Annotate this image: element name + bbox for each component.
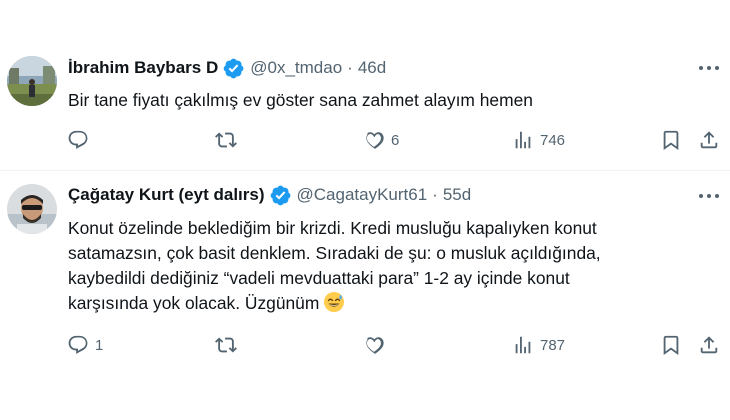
tweet-text-line: satamazsın, çok basit denklem. Sıradaki … [68, 243, 601, 263]
tweet-header: İbrahim Baybars D @0x_tmdao · 46d [68, 56, 386, 80]
share-icon [700, 131, 718, 149]
tweet-actions: 6 746 [0, 126, 730, 154]
view-count: 787 [540, 336, 566, 354]
tweet-header: Çağatay Kurt (eyt dalırs) @CagatayKurt61… [68, 183, 471, 207]
bookmark-icon [663, 335, 679, 356]
tweet-divider [0, 170, 730, 171]
bookmark-button[interactable] [660, 331, 682, 359]
retweet-button[interactable] [215, 331, 243, 359]
more-icon[interactable] [695, 186, 723, 206]
more-icon[interactable] [695, 58, 723, 78]
verified-badge-icon [223, 58, 244, 79]
view-count: 746 [540, 131, 566, 149]
reply-icon [68, 335, 88, 354]
retweet-icon [215, 337, 237, 353]
tweet-1[interactable]: İbrahim Baybars D @0x_tmdao · 46d Bir ta… [0, 0, 730, 172]
separator-dot: · [347, 58, 353, 77]
tweet-text-line-last: karşısında yok olacak. Üzgünüm [68, 291, 708, 316]
like-button[interactable] [363, 331, 391, 359]
avatar[interactable] [7, 56, 57, 106]
views-button[interactable]: 746 [512, 126, 565, 154]
tweet-text: Konut özelinde beklediğim bir krizdi. Kr… [68, 216, 708, 316]
tweet-time[interactable]: 55d [443, 185, 471, 205]
reply-button[interactable] [67, 126, 95, 154]
heart-icon [366, 337, 384, 354]
avatar-photo [7, 56, 57, 106]
tweet-text-line: karşısında yok olacak. Üzgünüm [68, 293, 320, 313]
share-icon [700, 336, 718, 354]
author-handle[interactable]: @CagatayKurt61 [297, 185, 428, 205]
verified-badge-icon [270, 185, 291, 206]
tweet-actions: 1 787 [0, 331, 730, 359]
tweet-time[interactable]: 46d [358, 58, 386, 78]
avatar-photo [7, 184, 57, 234]
share-button[interactable] [698, 126, 720, 154]
separator-dot: · [432, 185, 438, 204]
retweet-icon [215, 132, 237, 148]
author-name[interactable]: Çağatay Kurt (eyt dalırs) [68, 185, 265, 205]
tweet-text-line: kaybedildi dediğiniz “vadeli mevduattaki… [68, 268, 570, 288]
avatar[interactable] [7, 184, 57, 234]
retweet-button[interactable] [215, 126, 243, 154]
author-handle[interactable]: @0x_tmdao [250, 58, 342, 78]
tweet-text-line: Bir tane fiyatı çakılmış ev göster sana … [68, 90, 533, 110]
reply-count: 1 [95, 336, 104, 354]
tweet-text: Bir tane fiyatı çakılmış ev göster sana … [68, 88, 708, 113]
like-button[interactable]: 6 [363, 126, 399, 154]
author-name[interactable]: İbrahim Baybars D [68, 58, 218, 78]
views-button[interactable]: 787 [512, 331, 565, 359]
sweat-smile-emoji [323, 291, 345, 313]
views-icon [515, 336, 531, 354]
tweet-text-line: Konut özelinde beklediğim bir krizdi. Kr… [68, 218, 597, 238]
reply-button[interactable]: 1 [67, 331, 103, 359]
tweet-2[interactable]: Çağatay Kurt (eyt dalırs) @CagatayKurt61… [0, 172, 730, 420]
bookmark-icon [663, 130, 679, 151]
share-button[interactable] [698, 331, 720, 359]
reply-icon [68, 130, 88, 149]
views-icon [515, 131, 531, 149]
bookmark-button[interactable] [660, 126, 682, 154]
like-count: 6 [391, 131, 400, 149]
heart-icon [366, 132, 384, 149]
